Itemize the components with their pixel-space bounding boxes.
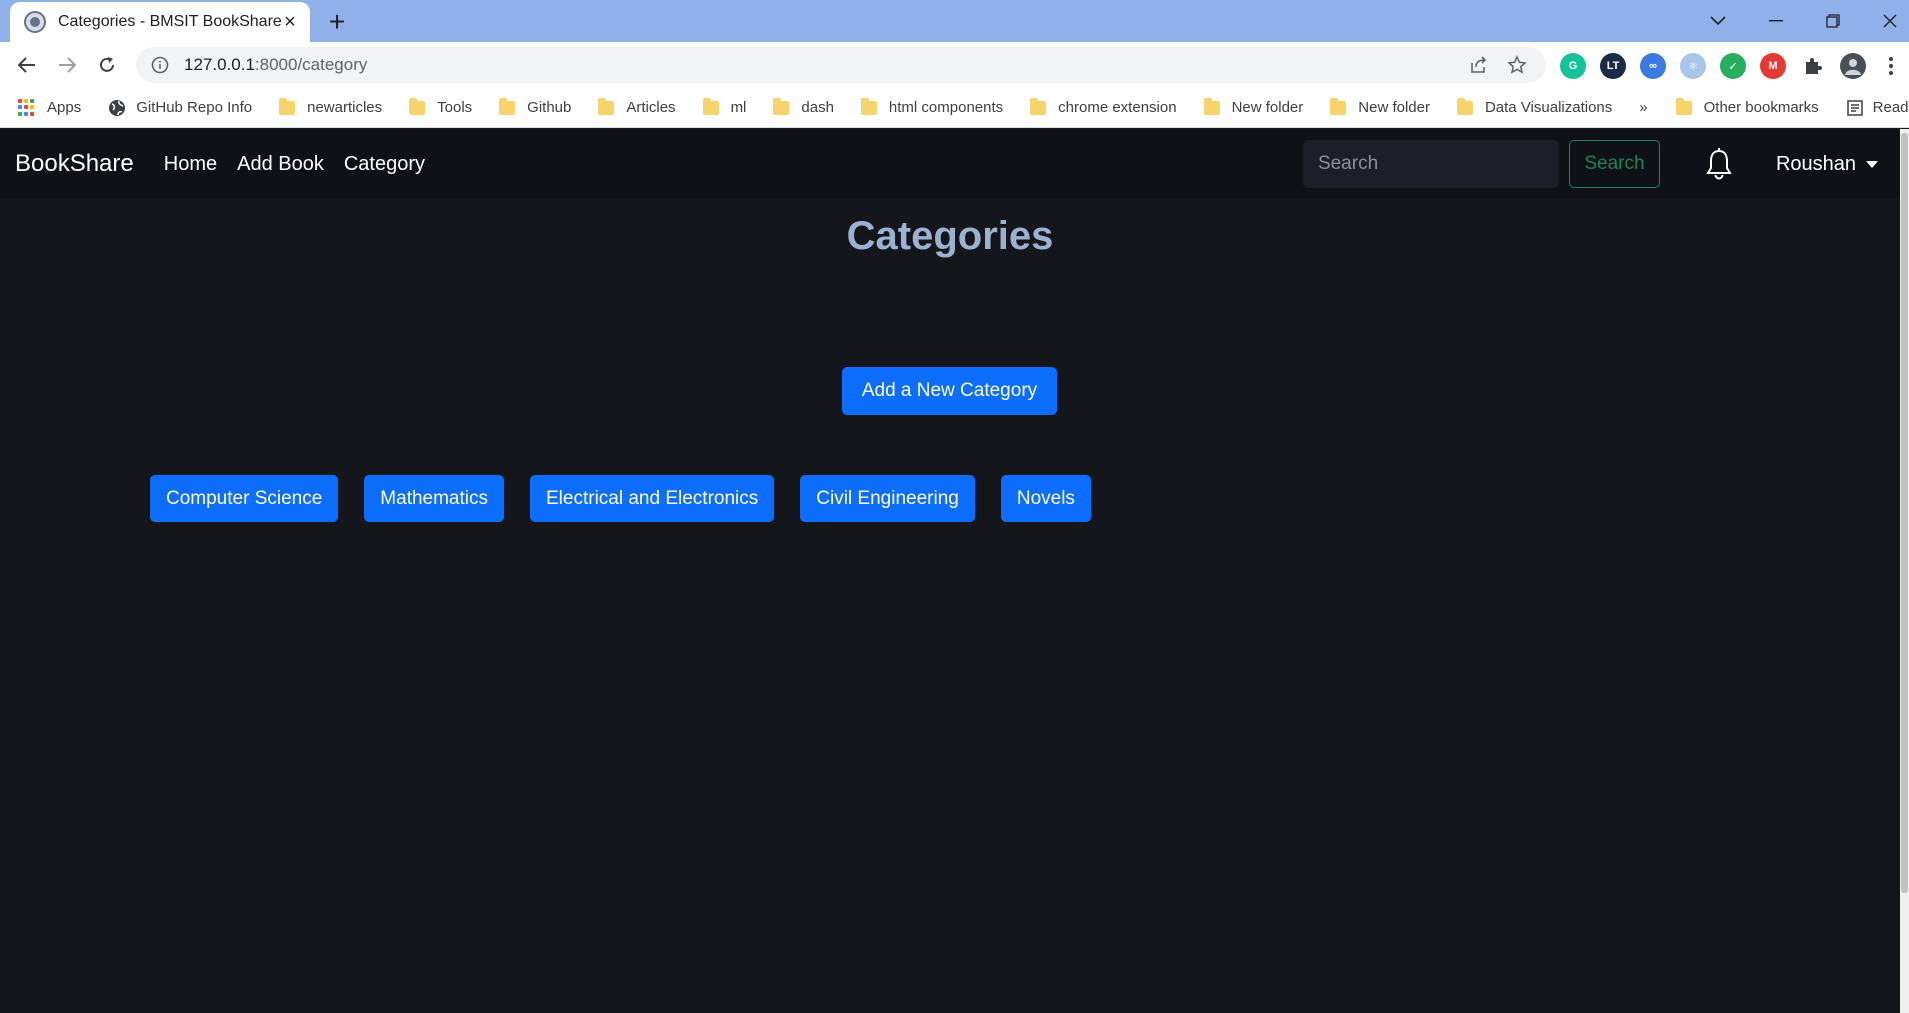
browser-toolbar: 127.0.0.1:8000/category G LT ∞ ⚛ ✓ M bbox=[0, 42, 1909, 88]
restore-window-button[interactable] bbox=[1805, 4, 1861, 38]
category-button-novels[interactable]: Novels bbox=[1000, 475, 1091, 522]
folder-icon bbox=[702, 97, 719, 115]
back-arrow-icon[interactable] bbox=[10, 48, 44, 82]
folder-icon bbox=[1203, 97, 1220, 115]
nav-link-home[interactable]: Home bbox=[164, 153, 217, 176]
bookmark-folder[interactable]: Data Visualizations bbox=[1456, 97, 1612, 116]
folder-icon bbox=[1675, 97, 1692, 115]
bookmark-folder[interactable]: newarticles bbox=[279, 97, 382, 116]
minimize-window-button[interactable] bbox=[1748, 4, 1804, 38]
profile-avatar[interactable] bbox=[1840, 53, 1866, 79]
bookmark-folder[interactable]: New folder bbox=[1330, 97, 1430, 116]
search-button[interactable]: Search bbox=[1568, 140, 1660, 188]
close-window-button[interactable] bbox=[1862, 4, 1909, 38]
browser-tab-strip: Categories - BMSIT BookShare × + bbox=[0, 0, 1909, 42]
mail-extension-icon[interactable]: M bbox=[1760, 53, 1786, 79]
folder-icon bbox=[598, 97, 615, 115]
url-text: 127.0.0.1:8000/category bbox=[184, 55, 1456, 75]
brand-logo[interactable]: BookShare bbox=[15, 150, 134, 178]
share-icon[interactable] bbox=[1464, 50, 1494, 80]
folder-icon bbox=[1030, 97, 1047, 115]
new-tab-button[interactable]: + bbox=[322, 8, 352, 38]
folder-icon bbox=[1330, 97, 1347, 115]
folder-icon bbox=[279, 97, 296, 115]
page-viewport: BookShare Home Add Book Category Search … bbox=[0, 129, 1900, 1013]
folder-icon bbox=[860, 97, 877, 115]
search-input[interactable] bbox=[1302, 140, 1559, 188]
reload-icon[interactable] bbox=[90, 48, 124, 82]
nav-link-category[interactable]: Category bbox=[344, 153, 425, 176]
globe-icon bbox=[108, 99, 126, 117]
tab-title: Categories - BMSIT BookShare bbox=[58, 13, 282, 30]
apps-grid-icon bbox=[18, 98, 36, 117]
folder-icon bbox=[499, 97, 516, 115]
bookmark-folder[interactable]: New folder bbox=[1203, 97, 1303, 116]
notification-bell-icon[interactable] bbox=[1702, 147, 1736, 181]
react-devtools-extension-icon[interactable]: ⚛ bbox=[1680, 53, 1706, 79]
dropdown-caret-icon bbox=[1866, 160, 1878, 168]
site-navbar: BookShare Home Add Book Category Search … bbox=[0, 129, 1900, 199]
url-host: 127.0.0.1 bbox=[184, 55, 255, 74]
bookmark-folder[interactable]: ml bbox=[702, 97, 746, 116]
category-button-electrical-and-electronics[interactable]: Electrical and Electronics bbox=[530, 475, 775, 522]
shield-extension-icon[interactable]: ✓ bbox=[1720, 53, 1746, 79]
bookmark-folder[interactable]: Tools bbox=[409, 97, 472, 116]
navbar-right: Search Roushan bbox=[1302, 129, 1900, 199]
category-button-mathematics[interactable]: Mathematics bbox=[364, 475, 504, 522]
address-bar[interactable]: 127.0.0.1:8000/category bbox=[136, 47, 1546, 83]
bookmark-folder[interactable]: chrome extension bbox=[1030, 97, 1177, 116]
category-list: Computer Science Mathematics Electrical … bbox=[150, 475, 1117, 522]
infinity-extension-icon[interactable]: ∞ bbox=[1640, 53, 1666, 79]
site-info-icon[interactable] bbox=[150, 55, 170, 75]
bookmarks-bar: Apps GitHub Repo Info newarticles Tools … bbox=[0, 88, 1909, 128]
extensions-puzzle-icon[interactable] bbox=[1800, 53, 1826, 79]
tab-search-chevron-icon[interactable] bbox=[1690, 4, 1746, 38]
bookmark-github-repo-info[interactable]: GitHub Repo Info bbox=[108, 99, 252, 117]
url-path: :8000/category bbox=[254, 55, 368, 74]
bookmark-star-icon[interactable] bbox=[1502, 50, 1532, 80]
folder-icon bbox=[1456, 97, 1473, 115]
site-favicon-icon bbox=[24, 11, 46, 33]
reading-list-icon bbox=[1846, 99, 1863, 116]
page-scrollbar[interactable] bbox=[1900, 129, 1909, 1013]
bookmark-apps[interactable]: Apps bbox=[18, 98, 81, 117]
reading-list-button[interactable]: Reading list bbox=[1846, 99, 1909, 116]
bookmark-other-bookmarks[interactable]: Other bookmarks bbox=[1675, 97, 1819, 116]
user-menu-dropdown[interactable]: Roushan bbox=[1776, 153, 1878, 176]
page-title: Categories bbox=[846, 214, 1054, 258]
bookmarks-overflow-button[interactable]: » bbox=[1639, 99, 1647, 116]
languagetool-extension-icon[interactable]: LT bbox=[1600, 53, 1626, 79]
user-name: Roushan bbox=[1775, 152, 1856, 175]
grammarly-extension-icon[interactable]: G bbox=[1560, 53, 1586, 79]
forward-arrow-icon[interactable] bbox=[50, 48, 84, 82]
scrollbar-thumb[interactable] bbox=[1901, 133, 1908, 893]
bookmark-folder[interactable]: Github bbox=[499, 97, 571, 116]
folder-icon bbox=[773, 97, 790, 115]
folder-icon bbox=[409, 97, 426, 115]
add-category-button[interactable]: Add a New Category bbox=[842, 367, 1057, 415]
bookmark-folder[interactable]: html components bbox=[860, 97, 1003, 116]
browser-tab-active[interactable]: Categories - BMSIT BookShare × bbox=[10, 2, 310, 42]
category-button-computer-science[interactable]: Computer Science bbox=[150, 475, 339, 522]
browser-menu-icon[interactable] bbox=[1878, 53, 1904, 79]
nav-link-add-book[interactable]: Add Book bbox=[237, 153, 324, 176]
tab-close-icon[interactable]: × bbox=[282, 11, 298, 33]
bookmark-folder[interactable]: dash bbox=[773, 97, 834, 116]
category-button-civil-engineering[interactable]: Civil Engineering bbox=[800, 475, 975, 522]
bookmark-folder[interactable]: Articles bbox=[598, 97, 676, 116]
